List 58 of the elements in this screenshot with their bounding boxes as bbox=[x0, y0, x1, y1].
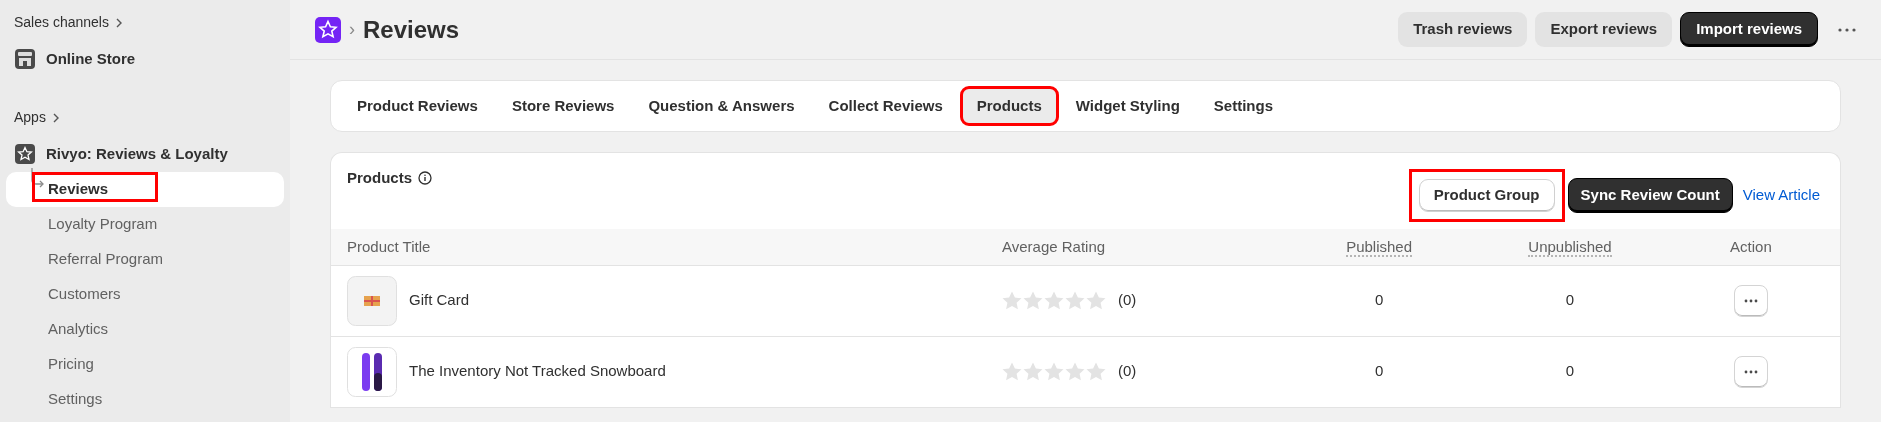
sidebar-subitem[interactable]: Pricing bbox=[6, 347, 284, 382]
more-icon bbox=[1743, 369, 1758, 374]
star-icon bbox=[1022, 362, 1043, 381]
column-header: Average Rating bbox=[1001, 237, 1106, 255]
star-icon bbox=[1043, 291, 1064, 310]
app-logo-icon bbox=[315, 16, 341, 43]
more-icon[interactable] bbox=[1838, 27, 1856, 32]
product-title[interactable]: Gift Card bbox=[409, 289, 469, 312]
info-icon[interactable] bbox=[418, 171, 432, 186]
review-count: (0) bbox=[1117, 361, 1137, 382]
star-icon bbox=[1001, 291, 1022, 310]
section-heading[interactable]: Sales channels bbox=[14, 8, 109, 37]
sidebar-item[interactable]: Rivyo: Reviews & Loyalty bbox=[6, 136, 284, 172]
column-header: Unpublished bbox=[1528, 237, 1612, 257]
tab[interactable]: Question & Answers bbox=[634, 89, 809, 123]
sidebar-subitem[interactable]: Settings bbox=[6, 382, 284, 417]
header-button[interactable]: Import reviews bbox=[1680, 12, 1818, 47]
chevron-icon bbox=[114, 17, 123, 28]
action-button[interactable]: Product Group bbox=[1418, 179, 1555, 212]
star-icon bbox=[1064, 362, 1085, 381]
sidebar-subitem[interactable]: Customers bbox=[6, 277, 284, 312]
more-icon bbox=[1743, 298, 1758, 303]
tab[interactable]: Product Reviews bbox=[343, 89, 492, 123]
tab[interactable]: Widget Styling bbox=[1061, 89, 1194, 123]
star-icon bbox=[1085, 291, 1106, 310]
sidebar-subitem[interactable]: Referral Program bbox=[6, 242, 284, 277]
header-button[interactable]: Export reviews bbox=[1535, 12, 1673, 47]
card-title: Products bbox=[347, 168, 412, 188]
star-icon bbox=[1085, 362, 1106, 381]
store-icon bbox=[14, 48, 36, 70]
column-header: Published bbox=[1346, 237, 1413, 257]
published-count: 0 bbox=[1374, 291, 1384, 309]
tab[interactable]: Store Reviews bbox=[497, 89, 629, 123]
section-heading[interactable]: Apps bbox=[14, 103, 46, 132]
page-title: Reviews bbox=[363, 14, 460, 45]
star-icon bbox=[1022, 291, 1043, 310]
review-count: (0) bbox=[1117, 290, 1137, 311]
sidebar-subitem[interactable]: Analytics bbox=[6, 312, 284, 347]
star-icon bbox=[1043, 362, 1064, 381]
product-title[interactable]: The Inventory Not Tracked Snowboard bbox=[409, 360, 666, 383]
unpublished-count: 0 bbox=[1565, 362, 1575, 380]
view-article-link[interactable]: View Article bbox=[1738, 184, 1824, 207]
unpublished-count: 0 bbox=[1565, 291, 1575, 309]
action-button[interactable]: Sync Review Count bbox=[1567, 178, 1733, 213]
sidebar-subitem[interactable]: Loyalty Program bbox=[6, 207, 284, 242]
star-icon bbox=[1064, 291, 1085, 310]
sidebar-item[interactable]: Online Store bbox=[6, 41, 284, 77]
header-button[interactable]: Trash reviews bbox=[1398, 12, 1528, 47]
chevron-icon bbox=[51, 112, 60, 123]
tab[interactable]: Settings bbox=[1199, 89, 1287, 123]
tab[interactable]: Products bbox=[962, 89, 1056, 123]
tree-branch-icon bbox=[30, 168, 46, 190]
star-icon bbox=[1001, 362, 1022, 381]
column-header: Product Title bbox=[347, 237, 431, 255]
tab[interactable]: Collect Reviews bbox=[814, 89, 957, 123]
published-count: 0 bbox=[1374, 362, 1384, 380]
breadcrumb-separator: › bbox=[349, 18, 355, 41]
column-header: Action bbox=[1730, 237, 1772, 255]
